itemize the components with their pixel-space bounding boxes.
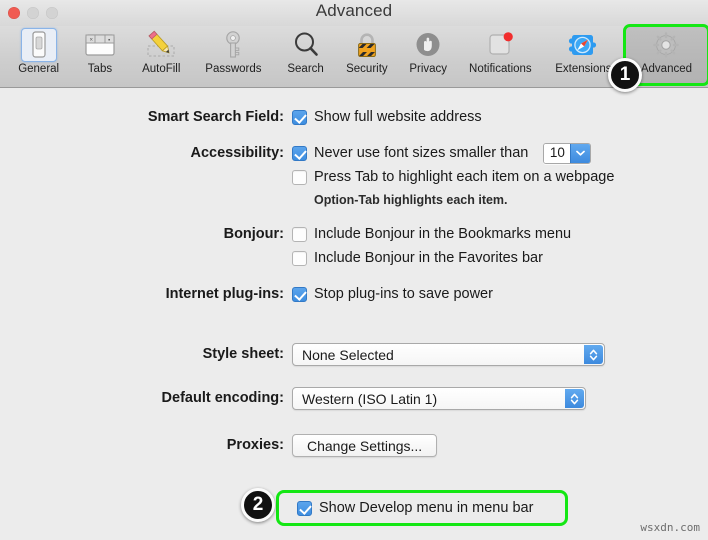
toolbar-item-autofill[interactable]: AutoFill bbox=[131, 26, 192, 84]
general-icon bbox=[20, 28, 57, 62]
checkbox-box[interactable] bbox=[292, 109, 307, 125]
toolbar-item-label: AutoFill bbox=[142, 63, 181, 75]
toolbar-item-label: General bbox=[18, 63, 60, 75]
checkbox-label: Include Bonjour in the Favorites bar bbox=[314, 250, 543, 266]
checkbox-bonjour-bookmarks-menu[interactable]: Include Bonjour in the Bookmarks menu bbox=[292, 223, 708, 245]
checkbox-label: Show full website address bbox=[314, 109, 482, 125]
checkbox-label: Never use font sizes smaller than bbox=[314, 145, 529, 161]
window-titlebar: Advanced bbox=[0, 0, 708, 26]
advanced-gear-icon bbox=[648, 28, 684, 62]
checkbox-show-develop-menu[interactable] bbox=[297, 500, 312, 516]
notifications-icon bbox=[482, 28, 518, 62]
smart-search-field-label: Smart Search Field: bbox=[147, 109, 284, 125]
style-sheet-select[interactable]: None Selected bbox=[292, 343, 605, 366]
accessibility-label: Accessibility: bbox=[190, 145, 285, 161]
checkbox-stop-plugins-save-power[interactable]: Stop plug-ins to save power bbox=[292, 283, 708, 305]
toolbar-item-label: Advanced bbox=[640, 63, 693, 75]
checkbox-label: Show Develop menu in menu bar bbox=[319, 500, 534, 516]
checkbox-label: Include Bonjour in the Bookmarks menu bbox=[314, 226, 572, 242]
default-encoding-select[interactable]: Western (ISO Latin 1) bbox=[292, 387, 586, 410]
font-size-combo[interactable]: 10 bbox=[543, 142, 592, 164]
preferences-toolbar: General × ▪ Tabs AutoFill Passwords Sear… bbox=[0, 24, 708, 88]
toolbar-item-label: Notifications bbox=[469, 63, 532, 75]
bonjour-label: Bonjour: bbox=[223, 226, 284, 242]
toolbar-item-label: Tabs bbox=[87, 63, 113, 75]
develop-menu-highlight-box: Show Develop menu in menu bar bbox=[276, 490, 568, 526]
autofill-icon bbox=[143, 28, 179, 62]
checkbox-box[interactable] bbox=[292, 250, 307, 266]
default-encoding-value: Western (ISO Latin 1) bbox=[302, 390, 438, 407]
toolbar-item-passwords[interactable]: Passwords bbox=[192, 26, 275, 84]
row-smart-search-field: Smart Search Field: Show full website ad… bbox=[0, 106, 708, 128]
checkbox-box[interactable] bbox=[292, 169, 307, 185]
default-encoding-label: Default encoding: bbox=[161, 390, 284, 406]
checkbox-show-full-website-address[interactable]: Show full website address bbox=[292, 106, 708, 128]
checkbox-label: Stop plug-ins to save power bbox=[314, 286, 493, 302]
row-proxies: Proxies: Change Settings... bbox=[0, 434, 708, 457]
row-default-encoding: Default encoding: Western (ISO Latin 1) bbox=[0, 387, 708, 410]
row-internet-plugins: Internet plug-ins: Stop plug-ins to save… bbox=[0, 283, 708, 305]
chevron-updown-icon[interactable] bbox=[584, 345, 603, 364]
step-badge-1: 1 bbox=[608, 58, 642, 92]
style-sheet-label: Style sheet: bbox=[202, 346, 284, 362]
svg-text:×: × bbox=[89, 38, 93, 44]
row-accessibility: Accessibility: Never use font sizes smal… bbox=[0, 142, 708, 209]
watermark: wsxdn.com bbox=[640, 521, 700, 534]
safari-preferences-window: Advanced General × ▪ Tabs AutoFill Passw… bbox=[0, 0, 708, 540]
toolbar-item-label: Security bbox=[346, 63, 388, 75]
internet-plugins-label: Internet plug-ins: bbox=[165, 286, 284, 302]
checkbox-never-use-font-sizes[interactable]: Never use font sizes smaller than 10 bbox=[292, 142, 708, 164]
toolbar-item-label: Privacy bbox=[409, 63, 448, 75]
search-magnifier-icon bbox=[288, 28, 324, 62]
checkbox-press-tab-highlight[interactable]: Press Tab to highlight each item on a we… bbox=[292, 166, 708, 188]
extensions-icon bbox=[565, 28, 601, 62]
svg-text:▪: ▪ bbox=[108, 38, 110, 44]
toolbar-item-tabs[interactable]: × ▪ Tabs bbox=[69, 26, 130, 84]
toolbar-item-label: Search bbox=[287, 63, 324, 75]
style-sheet-value: None Selected bbox=[302, 346, 394, 363]
toolbar-item-security[interactable]: Security bbox=[336, 26, 397, 84]
step-badge-2: 2 bbox=[241, 488, 275, 522]
chevron-down-icon[interactable] bbox=[570, 143, 591, 163]
toolbar-item-notifications[interactable]: Notifications bbox=[459, 26, 542, 84]
toolbar-item-privacy[interactable]: Privacy bbox=[398, 26, 459, 84]
toolbar-item-label: Extensions bbox=[555, 63, 612, 75]
checkbox-bonjour-favorites-bar[interactable]: Include Bonjour in the Favorites bar bbox=[292, 247, 708, 269]
advanced-settings-pane: Smart Search Field: Show full website ad… bbox=[0, 88, 708, 540]
toolbar-item-label: Passwords bbox=[205, 63, 262, 75]
accessibility-hint: Option-Tab highlights each item. bbox=[314, 193, 508, 207]
security-lock-icon bbox=[349, 28, 385, 62]
passwords-key-icon bbox=[215, 28, 251, 62]
checkbox-box[interactable] bbox=[292, 145, 307, 161]
checkbox-label: Press Tab to highlight each item on a we… bbox=[314, 169, 615, 185]
toolbar-item-search[interactable]: Search bbox=[275, 26, 336, 84]
privacy-hand-icon bbox=[410, 28, 446, 62]
window-title: Advanced bbox=[315, 1, 393, 20]
chevron-updown-icon[interactable] bbox=[565, 389, 584, 408]
change-settings-button[interactable]: Change Settings... bbox=[292, 434, 438, 457]
font-size-value[interactable]: 10 bbox=[544, 143, 571, 163]
checkbox-box[interactable] bbox=[292, 286, 307, 302]
toolbar-item-general[interactable]: General bbox=[8, 26, 69, 84]
row-style-sheet: Style sheet: None Selected bbox=[0, 343, 708, 366]
row-bonjour: Bonjour: Include Bonjour in the Bookmark… bbox=[0, 223, 708, 269]
tabs-icon: × ▪ bbox=[82, 28, 118, 62]
checkbox-box[interactable] bbox=[292, 226, 307, 242]
proxies-label: Proxies: bbox=[226, 437, 284, 453]
